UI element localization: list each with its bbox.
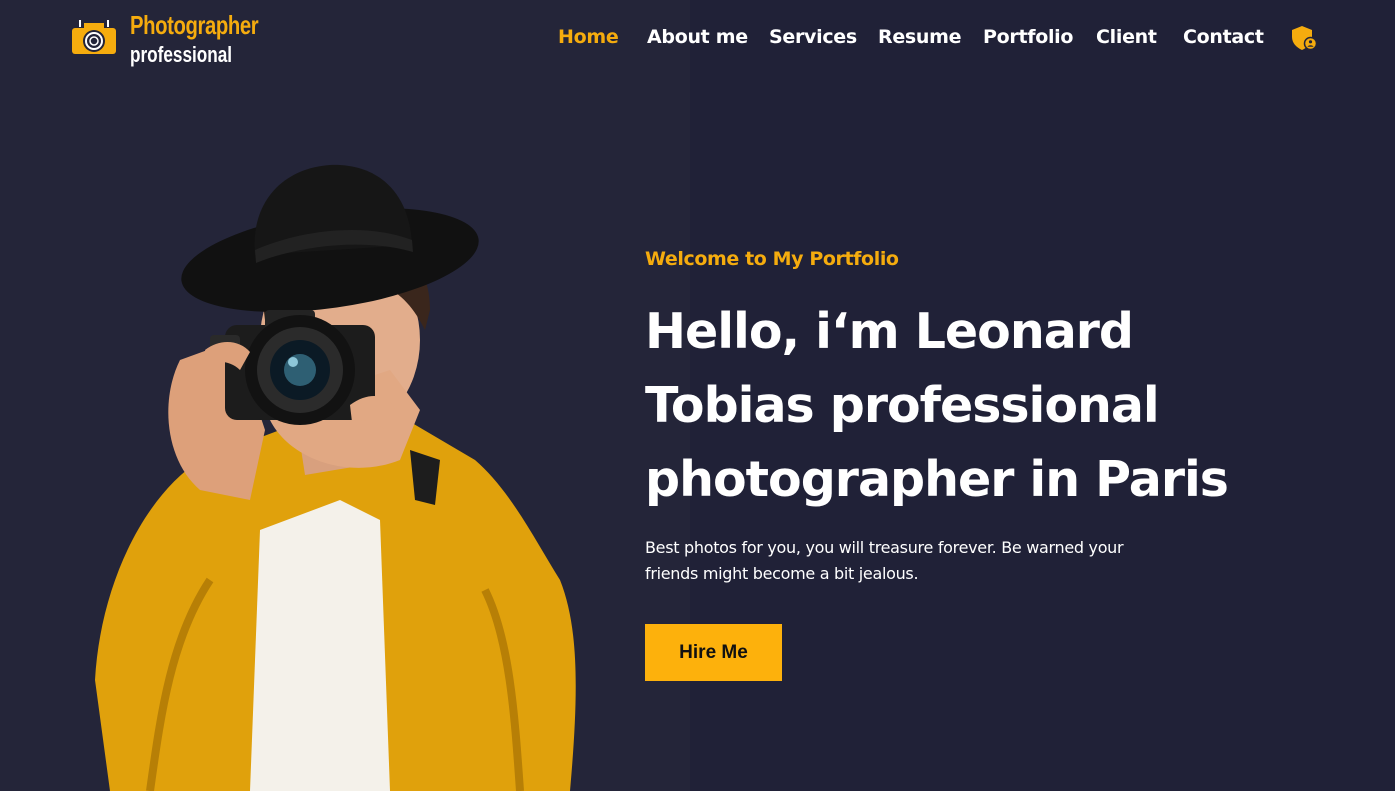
nav-contact[interactable]: Contact [1183, 26, 1264, 48]
hire-me-button[interactable]: Hire Me [645, 624, 782, 681]
hero-content: Welcome to My Portfolio Hello, i‘m Leona… [645, 248, 1265, 587]
nav-portfolio[interactable]: Portfolio [983, 26, 1073, 48]
logo-text-secondary: professional [130, 42, 233, 67]
shield-user-icon[interactable] [1290, 24, 1318, 52]
hero-eyebrow: Welcome to My Portfolio [645, 248, 899, 270]
nav-services[interactable]: Services [769, 26, 857, 48]
hero-subtitle: Best photos for you, you will treasure f… [645, 538, 1124, 583]
logo-text-primary: Photographer [130, 10, 259, 40]
nav-home[interactable]: Home [558, 26, 619, 48]
camera-icon [72, 20, 116, 54]
nav-client[interactable]: Client [1096, 26, 1157, 48]
nav-resume[interactable]: Resume [878, 26, 962, 48]
photographer-with-camera [95, 164, 576, 791]
site-header: Photographer professional Home About me … [0, 0, 1395, 78]
hero-title: Hello, i‘m Leonard Tobias professional p… [645, 303, 1229, 508]
nav-about-me[interactable]: About me [647, 26, 748, 48]
site-logo[interactable]: Photographer professional [70, 8, 270, 70]
